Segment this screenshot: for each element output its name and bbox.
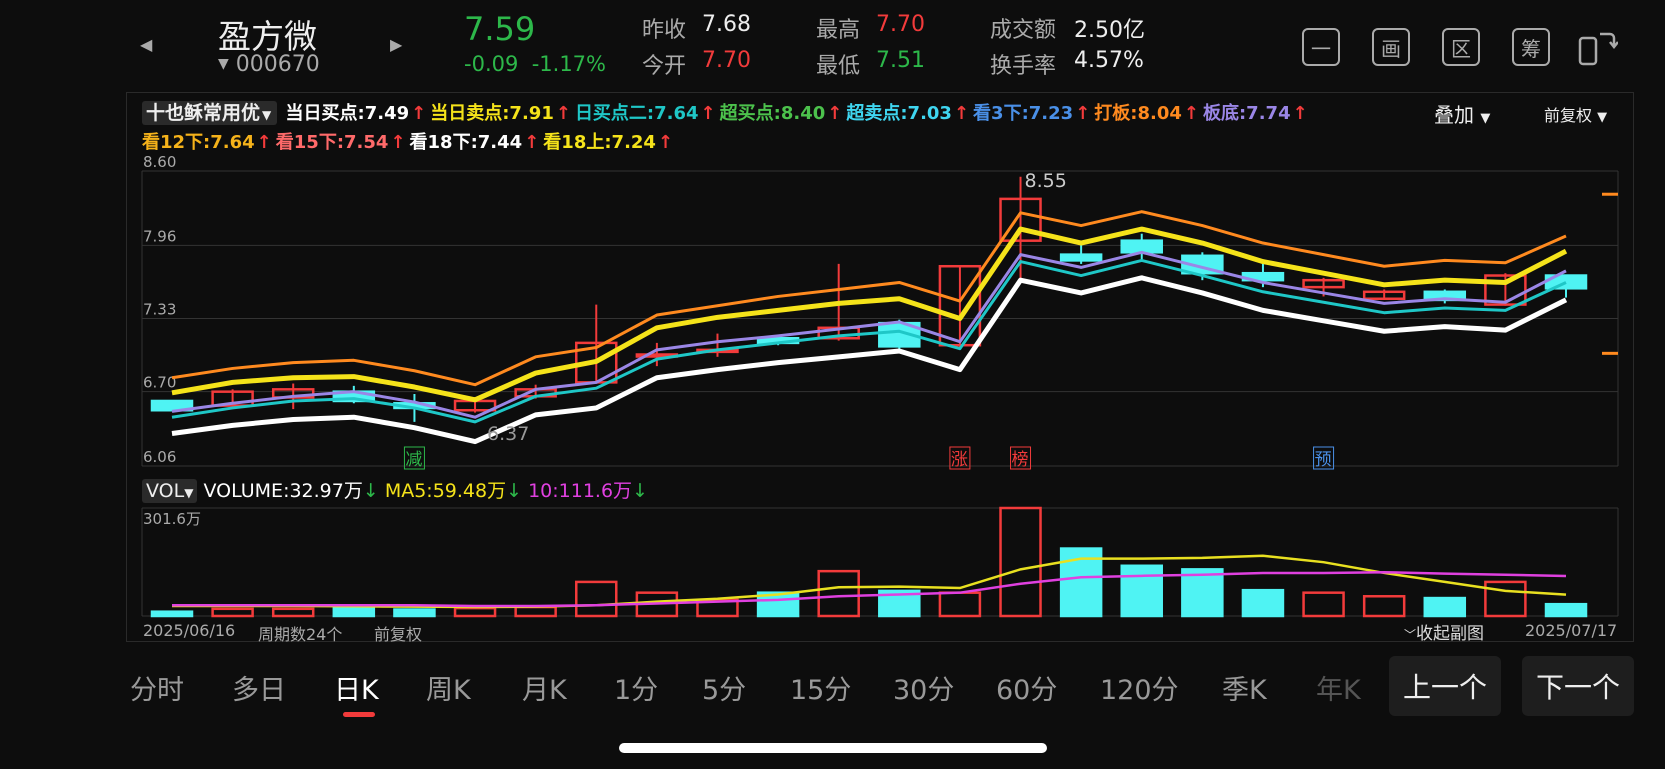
volume-ma10: 10:111.6万↓	[528, 480, 648, 502]
volume-value: VOLUME:32.97万↓	[203, 480, 379, 502]
tab-日K[interactable]: 日K	[334, 668, 379, 707]
candle-body[interactable]	[1059, 253, 1103, 262]
volume-bar[interactable]	[1181, 568, 1224, 618]
tab-30分[interactable]: 30分	[893, 668, 954, 707]
volume-ma-line	[172, 570, 1567, 608]
home-indicator	[619, 743, 1047, 753]
date-start: 2025/06/16	[143, 621, 236, 640]
y-tick-label: 6.70	[143, 374, 176, 392]
volume-bar[interactable]	[575, 580, 618, 618]
date-end: 2025/07/17	[1525, 621, 1618, 640]
period-count: 周期数24个	[258, 625, 343, 644]
y-tick-label: 6.06	[143, 448, 176, 466]
tab-月K[interactable]: 月K	[522, 668, 567, 707]
volume-bar[interactable]	[1484, 580, 1527, 618]
volume-bar[interactable]	[938, 591, 982, 618]
low-label: 6.37	[487, 423, 529, 445]
volume-bar[interactable]	[1302, 591, 1345, 618]
volume-selector[interactable]: VOL▼	[142, 479, 198, 503]
volume-bar[interactable]	[453, 606, 497, 618]
candle-body[interactable]	[1120, 239, 1163, 254]
volume-bar[interactable]	[332, 606, 376, 618]
volume-bar[interactable]	[271, 607, 315, 618]
volume-bar[interactable]	[1241, 588, 1285, 618]
tab-年K[interactable]: 年K	[1316, 668, 1361, 707]
volume-ma5: MA5:59.48万↓	[384, 480, 523, 502]
indicator-line	[171, 226, 1568, 403]
volume-max-label: 301.6万	[143, 510, 201, 528]
signal-label: 预	[1315, 450, 1332, 470]
tab-15分[interactable]: 15分	[790, 668, 851, 707]
volume-bar[interactable]	[514, 605, 557, 618]
volume-bar[interactable]	[999, 506, 1042, 618]
adjust-label: 前复权	[374, 625, 423, 644]
tab-分时[interactable]: 分时	[130, 668, 184, 707]
tab-5分[interactable]: 5分	[702, 668, 746, 707]
high-label: 8.55	[1025, 170, 1067, 192]
volume-bar[interactable]	[211, 607, 254, 618]
volume-bar[interactable]	[1423, 596, 1467, 618]
collapse-subchart-button[interactable]: ﹀收起副图	[1404, 619, 1484, 644]
tab-季K[interactable]: 季K	[1222, 668, 1267, 707]
tab-周K[interactable]: 周K	[426, 668, 471, 707]
tab-120分[interactable]: 120分	[1100, 668, 1179, 707]
active-tab-indicator	[343, 712, 375, 717]
volume-bar[interactable]	[150, 610, 194, 618]
chevron-down-icon: ▼	[184, 486, 194, 500]
signal-label: 减	[405, 450, 422, 470]
y-tick-label: 8.60	[143, 153, 176, 171]
prev-button[interactable]: 上一个	[1389, 656, 1501, 716]
next-button[interactable]: 下一个	[1522, 656, 1634, 716]
candlestick-chart[interactable]: 8.60 7.96 7.33 6.70 6.06 8.55 6.37 减 涨 榜 预 301.6万	[0, 0, 1665, 769]
signal-label: 涨	[951, 450, 968, 470]
volume-bar[interactable]	[1544, 602, 1588, 618]
volume-ma-line	[172, 554, 1567, 609]
chevron-down-icon: ﹀	[1404, 628, 1417, 642]
y-tick-label: 7.33	[143, 301, 176, 319]
signal-label: 榜	[1012, 450, 1029, 470]
y-tick-label: 7.96	[143, 227, 176, 245]
volume-bar[interactable]	[817, 569, 860, 618]
tab-1分[interactable]: 1分	[614, 668, 658, 707]
tab-多日[interactable]: 多日	[232, 668, 286, 707]
volume-bar[interactable]	[1362, 595, 1406, 618]
volume-bar[interactable]	[393, 608, 436, 618]
tab-60分[interactable]: 60分	[996, 668, 1057, 707]
volume-bar[interactable]	[1120, 564, 1163, 618]
volume-header: VOL▼ VOLUME:32.97万↓ MA5:59.48万↓ 10:111.6…	[142, 476, 648, 503]
